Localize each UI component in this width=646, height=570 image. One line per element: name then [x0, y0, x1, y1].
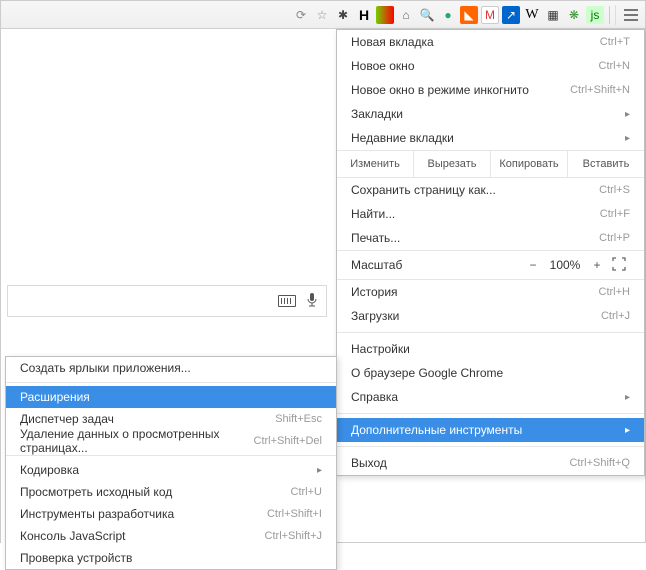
menu-copy[interactable]: Копировать — [491, 151, 568, 177]
w-icon[interactable]: W — [523, 6, 541, 24]
menu-new-tab[interactable]: Новая вкладкаCtrl+T — [337, 30, 644, 54]
gmail-icon[interactable]: M — [481, 6, 499, 24]
evernote-icon[interactable]: ❋ — [565, 6, 583, 24]
star-icon[interactable]: ☆ — [313, 6, 331, 24]
zoom-out-button[interactable]: − — [522, 258, 544, 272]
zoom-label: Масштаб — [351, 258, 522, 272]
color-ext-icon[interactable] — [376, 6, 394, 24]
menu-new-window[interactable]: Новое окноCtrl+N — [337, 54, 644, 78]
menu-about[interactable]: О браузере Google Chrome — [337, 361, 644, 385]
menu-paste[interactable]: Вставить — [568, 151, 644, 177]
main-menu: Новая вкладкаCtrl+T Новое окноCtrl+N Нов… — [336, 29, 645, 476]
menu-recent-tabs[interactable]: Недавние вкладки▸ — [337, 126, 644, 150]
more-tools-submenu: Создать ярлыки приложения... Расширения … — [5, 356, 337, 570]
orange-ext-icon[interactable]: ◣ — [460, 6, 478, 24]
menu-edit-row: Изменить Вырезать Копировать Вставить — [337, 150, 644, 178]
submenu-dev-tools[interactable]: Инструменты разработчикаCtrl+Shift+I — [6, 503, 336, 525]
globe-icon[interactable]: ● — [439, 6, 457, 24]
submenu-view-source[interactable]: Просмотреть исходный кодCtrl+U — [6, 481, 336, 503]
qr-icon[interactable]: ▦ — [544, 6, 562, 24]
menu-cut[interactable]: Вырезать — [414, 151, 491, 177]
chevron-right-icon: ▸ — [625, 133, 630, 144]
chevron-right-icon: ▸ — [317, 465, 322, 476]
submenu-create-shortcuts[interactable]: Создать ярлыки приложения... — [6, 357, 336, 379]
menu-save-as[interactable]: Сохранить страницу как...Ctrl+S — [337, 178, 644, 202]
menu-settings[interactable]: Настройки — [337, 337, 644, 361]
zoom-in-button[interactable]: + — [586, 258, 608, 272]
menu-more-tools[interactable]: Дополнительные инструменты▸ — [337, 418, 644, 442]
submenu-extensions[interactable]: Расширения — [6, 386, 336, 408]
menu-downloads[interactable]: ЗагрузкиCtrl+J — [337, 304, 644, 328]
bug-icon[interactable]: ✱ — [334, 6, 352, 24]
chevron-right-icon: ▸ — [625, 109, 630, 120]
microphone-icon[interactable] — [306, 292, 318, 311]
js-icon[interactable]: js — [586, 6, 604, 24]
menu-edit-label: Изменить — [337, 151, 414, 177]
submenu-encoding[interactable]: Кодировка▸ — [6, 459, 336, 481]
fullscreen-button[interactable] — [608, 257, 630, 274]
submenu-inspect-devices[interactable]: Проверка устройств — [6, 547, 336, 569]
menu-find[interactable]: Найти...Ctrl+F — [337, 202, 644, 226]
search-icon[interactable]: 🔍 — [418, 6, 436, 24]
blue-ext-icon[interactable]: ↗ — [502, 6, 520, 24]
menu-incognito[interactable]: Новое окно в режиме инкогнитоCtrl+Shift+… — [337, 78, 644, 102]
search-input[interactable] — [7, 285, 327, 317]
keyboard-icon[interactable] — [278, 295, 296, 307]
toolbar-separator — [609, 6, 610, 24]
submenu-js-console[interactable]: Консоль JavaScriptCtrl+Shift+J — [6, 525, 336, 547]
submenu-clear-data[interactable]: Удаление данных о просмотренных страница… — [6, 430, 336, 452]
menu-exit[interactable]: ВыходCtrl+Shift+Q — [337, 451, 644, 475]
menu-history[interactable]: ИсторияCtrl+H — [337, 280, 644, 304]
menu-help[interactable]: Справка▸ — [337, 385, 644, 409]
main-menu-button[interactable] — [615, 5, 641, 25]
browser-toolbar: ⟳☆✱H ⌂🔍●◣M↗W▦❋js — [1, 1, 645, 29]
menu-bookmarks[interactable]: Закладки▸ — [337, 102, 644, 126]
zoom-value: 100% — [544, 258, 586, 272]
menu-zoom-row: Масштаб − 100% + — [337, 250, 644, 280]
chevron-right-icon: ▸ — [625, 392, 630, 403]
chevron-right-icon: ▸ — [625, 425, 630, 436]
menu-print[interactable]: Печать...Ctrl+P — [337, 226, 644, 250]
h-icon[interactable]: H — [355, 6, 373, 24]
refresh-icon[interactable]: ⟳ — [292, 6, 310, 24]
tag-icon[interactable]: ⌂ — [397, 6, 415, 24]
